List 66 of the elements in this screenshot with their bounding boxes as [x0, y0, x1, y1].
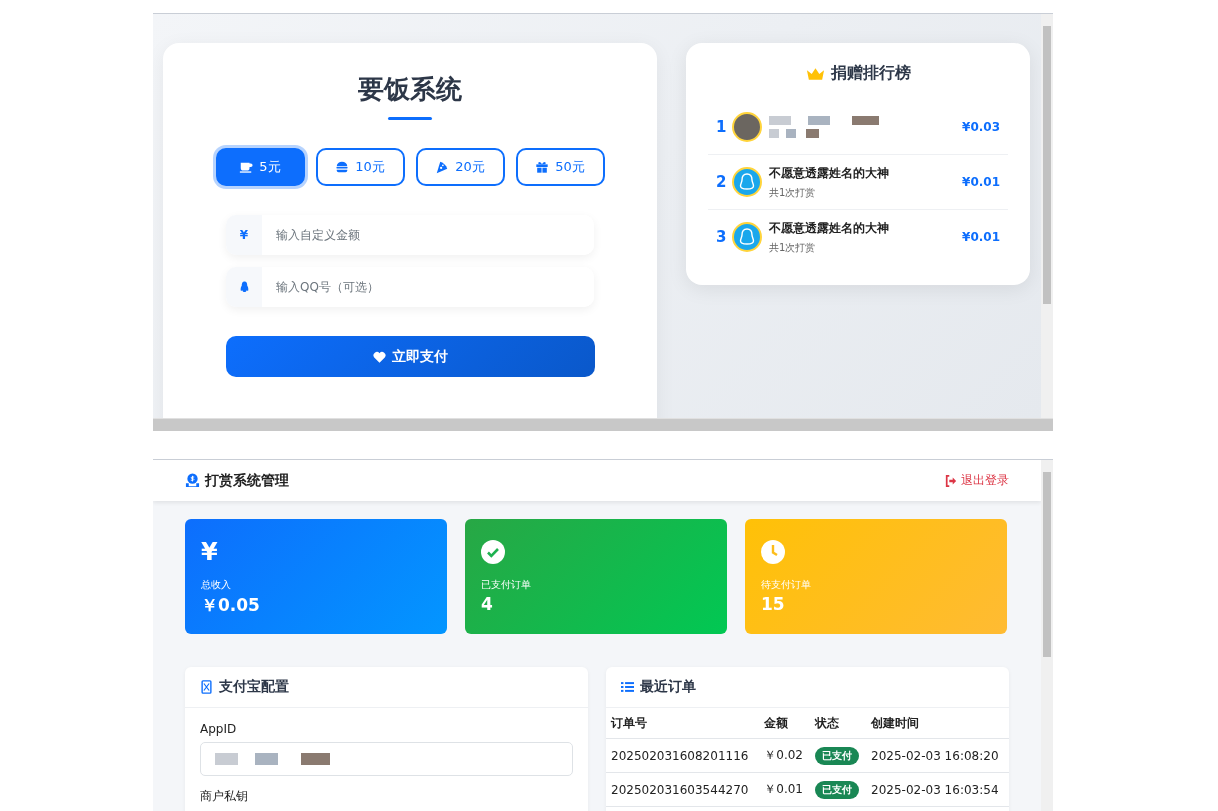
vertical-scrollbar[interactable]	[1041, 14, 1053, 419]
donation-count: 共1次打赏	[769, 240, 817, 255]
alipay-icon	[200, 680, 213, 694]
table-cell: ￥0.02	[759, 738, 810, 773]
penguin-icon	[238, 280, 250, 294]
stat-label: 已支付订单	[481, 578, 532, 592]
table-cell: 2025-02-03 16:08:20	[866, 738, 1009, 773]
table-cell: ￥0.01	[759, 772, 810, 807]
stat-value: 15	[761, 594, 786, 614]
leaderboard-title: 捐赠排行榜	[830, 63, 911, 84]
stat-value: 4	[481, 594, 494, 614]
amount-input-field[interactable]: ¥ 输入自定义金额	[226, 215, 594, 255]
gift-icon	[535, 160, 550, 174]
crown-icon	[805, 66, 825, 81]
donation-amount: ¥0.03	[962, 120, 1000, 134]
table-cell: 202502031608201116	[606, 738, 760, 773]
heart-icon	[372, 350, 386, 363]
amount-option-button[interactable]: 5元	[215, 148, 305, 186]
clock-icon	[761, 540, 785, 564]
amount-option-button[interactable]: 10元	[315, 148, 405, 186]
donation-count: 共1次打赏	[769, 185, 817, 200]
amount-option-button[interactable]: 50元	[515, 148, 605, 186]
field-label: 商户私钥	[200, 788, 249, 805]
yen-icon: ¥	[201, 539, 431, 565]
donor-name: 不愿意透露姓名的大神	[769, 219, 890, 237]
status-badge: 已支付	[814, 746, 859, 765]
sign-out-icon	[945, 474, 957, 487]
logout-link[interactable]: 退出登录	[945, 472, 1009, 489]
panel-title: 支付宝配置	[219, 678, 289, 696]
column-header: 创建时间	[866, 708, 1009, 739]
panel-title: 最近订单	[640, 678, 696, 696]
coin-icon	[185, 473, 200, 488]
vertical-scrollbar[interactable]	[1041, 460, 1053, 811]
table-cell: 202502031603544270	[606, 772, 760, 807]
pixelated-count-block	[769, 129, 819, 138]
donation-amount: ¥0.01	[962, 230, 1000, 244]
default-avatar-icon	[732, 222, 762, 252]
stat-label: 总收入	[201, 578, 232, 592]
stat-label: 待支付订单	[761, 578, 812, 592]
donation-amount: ¥0.01	[962, 175, 1000, 189]
check-circle-icon	[481, 540, 505, 564]
table-cell: 2025-02-03 16:03:54	[866, 772, 1009, 807]
column-header: 订单号	[606, 708, 760, 739]
column-header: 金额	[759, 708, 810, 739]
avatar-photo-placeholder	[732, 112, 762, 142]
horizontal-scrollbar[interactable]	[153, 418, 1053, 431]
burger-icon	[335, 160, 350, 174]
amount-option-button[interactable]: 20元	[415, 148, 505, 186]
rank-number: 2	[716, 173, 728, 191]
pay-now-button[interactable]: 立即支付	[225, 336, 595, 377]
cup-icon	[239, 160, 254, 174]
pizza-slice-icon	[435, 160, 450, 174]
rank-number: 1	[716, 118, 728, 136]
status-badge: 已支付	[814, 780, 859, 799]
text-input-field[interactable]	[200, 742, 573, 776]
stat-value: ￥0.05	[201, 594, 261, 617]
donor-name: 不愿意透露姓名的大神	[769, 164, 890, 182]
rank-number: 3	[716, 228, 728, 246]
list-icon	[621, 680, 634, 694]
page-title: 要饭系统	[358, 73, 462, 106]
column-header: 状态	[809, 708, 867, 739]
app-title: 打赏系统管理	[205, 471, 289, 490]
field-label: AppID	[200, 722, 238, 736]
qq-input-field[interactable]: 输入QQ号（可选）	[226, 267, 594, 307]
default-avatar-icon	[732, 167, 762, 197]
currency-symbol: ¥	[226, 215, 262, 255]
